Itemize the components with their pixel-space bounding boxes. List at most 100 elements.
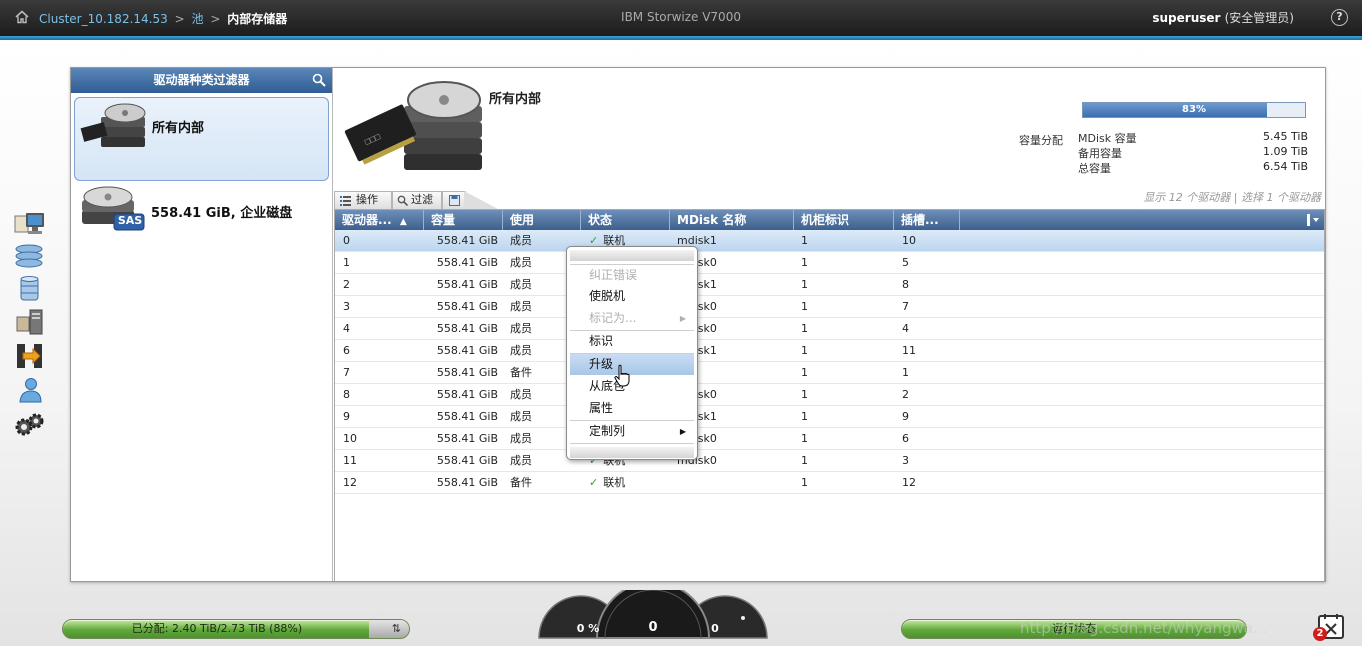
monitoring-icon[interactable] <box>13 210 46 240</box>
column-header-mdisk-name[interactable]: MDisk 名称 <box>670 210 794 230</box>
search-icon[interactable] <box>312 73 326 87</box>
menu-item-fix-error[interactable]: 纠正错误 <box>570 265 694 286</box>
context-menu: 纠正错误 使脱机 标记为... ▶ 标识 升级 从底包 属性 定制列 ▶ <box>566 246 698 460</box>
filter-label: 过滤 <box>411 193 433 206</box>
breadcrumb-pools[interactable]: 池 <box>191 12 203 26</box>
cell-text: 成员 <box>510 344 532 357</box>
drive-stack-icon <box>80 103 146 147</box>
cell-text: 2 <box>343 278 350 291</box>
table-row[interactable]: 4558.41 GiB成员✓联机mdisk014 <box>335 318 1324 340</box>
menu-item-customize-columns[interactable]: 定制列 ▶ <box>570 421 694 442</box>
table-row[interactable]: 11 558.41 GiB 成员 ✓ 联机 mdisk0 1 3 <box>335 450 1324 472</box>
cell-text: 12 <box>343 476 357 489</box>
column-header-enclosure-id[interactable]: 机柜标识 <box>794 210 894 230</box>
context-menu-top-cap <box>570 250 694 261</box>
filter-button[interactable]: 过滤 <box>392 191 442 209</box>
capacity-percent-label: 83% <box>1182 104 1206 115</box>
cell-id: 12 <box>343 472 403 493</box>
settings-icon[interactable] <box>13 410 46 440</box>
capacity-row-label: 总容量 <box>1078 162 1111 175</box>
menu-item-identify[interactable]: 标识 <box>570 331 694 352</box>
cell-text: 1 <box>801 234 808 247</box>
cell-enclosure: 1 <box>801 318 881 339</box>
cell-capacity: 558.41 GiB <box>424 296 498 317</box>
actions-label: 操作 <box>356 193 378 206</box>
top-bar: Cluster_10.182.14.53 > 池 > 内部存储器 IBM Sto… <box>0 0 1362 36</box>
access-icon[interactable] <box>13 375 46 405</box>
filter-item-all-internal[interactable]: 所有内部 <box>74 97 329 181</box>
cell-capacity: 558.41 GiB <box>424 274 498 295</box>
hosts-icon[interactable] <box>13 307 46 337</box>
column-header-capacity[interactable]: 容量 <box>424 210 503 230</box>
cell-capacity: 558.41 GiB <box>424 472 498 493</box>
cell-slot: 10 <box>902 230 952 251</box>
cell-text: 成员 <box>510 234 532 247</box>
home-icon[interactable] <box>14 9 30 25</box>
actions-button[interactable]: 操作 <box>334 191 392 209</box>
cell-text: 1 <box>801 410 808 423</box>
cell-enclosure: 1 <box>801 230 881 251</box>
cell-use: 成员 <box>510 450 570 471</box>
column-picker-icon[interactable] <box>1306 213 1320 227</box>
cell-text: 3 <box>343 300 350 313</box>
menu-item-take-offline[interactable]: 使脱机 <box>570 286 694 307</box>
cell-text: 11 <box>343 454 357 467</box>
copy-services-icon[interactable] <box>13 341 46 371</box>
cell-id: 6 <box>343 340 403 361</box>
cell-text: 558.41 GiB <box>436 476 498 489</box>
cell-status: ✓ 联机 <box>589 472 669 493</box>
cell-use: 成员 <box>510 230 570 251</box>
table-row[interactable]: 7558.41 GiB备件✓联机11 <box>335 362 1324 384</box>
cell-text: 成员 <box>510 432 532 445</box>
cell-enclosure: 1 <box>801 428 881 449</box>
cell-capacity: 558.41 GiB <box>424 230 498 251</box>
cell-text: 成员 <box>510 256 532 269</box>
table-row[interactable]: 10558.41 GiB成员✓联机mdisk016 <box>335 428 1324 450</box>
cell-id: 0 <box>343 230 403 251</box>
cell-text: 1 <box>801 300 808 313</box>
table-row[interactable]: 1558.41 GiB成员✓联机mdisk015 <box>335 252 1324 274</box>
cell-text: 1 <box>801 432 808 445</box>
help-icon[interactable]: ? <box>1331 9 1348 26</box>
user-name: superuser <box>1152 11 1221 25</box>
cell-text: 558.41 GiB <box>436 388 498 401</box>
table-row[interactable]: 6558.41 GiB成员✓联机mdisk1111 <box>335 340 1324 362</box>
table-row[interactable]: 0 558.41 GiB 成员 ✓ 联机 mdisk1 1 10 <box>335 230 1324 252</box>
table-row[interactable]: 2558.41 GiB成员✓联机mdisk118 <box>335 274 1324 296</box>
menu-item-mark-as[interactable]: 标记为... ▶ <box>570 308 694 329</box>
pools-icon[interactable] <box>13 241 46 271</box>
export-button[interactable] <box>442 191 466 209</box>
column-header-status[interactable]: 状态 <box>581 210 670 230</box>
cell-capacity: 558.41 GiB <box>424 252 498 273</box>
capacity-row-label: MDisk 容量 <box>1078 132 1137 145</box>
column-header-use[interactable]: 使用 <box>503 210 581 230</box>
volumes-icon[interactable] <box>13 274 46 304</box>
table-row[interactable]: 12 558.41 GiB 备件 ✓ 联机 1 12 <box>335 472 1324 494</box>
cell-text: 成员 <box>510 278 532 291</box>
cell-text: 成员 <box>510 388 532 401</box>
filter-item-sas-enterprise[interactable]: SAS 558.41 GiB, 企业磁盘 <box>74 182 329 266</box>
allocation-status-bar[interactable]: 已分配: 2.40 TiB/2.73 TiB (88%) ⇅ <box>62 619 410 639</box>
column-header-slot-id[interactable]: 插槽... <box>894 210 960 230</box>
column-header-drive-id[interactable]: 驱动器... ▲ <box>335 210 424 230</box>
cell-text: 1 <box>801 278 808 291</box>
cell-text: 10 <box>343 432 357 445</box>
user-menu[interactable]: superuser (安全管理员) <box>1152 9 1294 26</box>
cell-enclosure: 1 <box>801 450 881 471</box>
hand-cursor-icon <box>614 364 630 387</box>
cell-text: 5 <box>902 256 909 269</box>
performance-gauges[interactable]: 0 % 0 0 <box>537 590 769 646</box>
menu-item-properties[interactable]: 属性 <box>570 398 694 419</box>
table-row[interactable]: 3558.41 GiB成员✓联机mdisk017 <box>335 296 1324 318</box>
drive-filter-header: 驱动器种类过滤器 <box>71 68 332 93</box>
cell-text: 558.41 GiB <box>436 300 498 313</box>
table-row[interactable]: 9558.41 GiB成员✓联机mdisk119 <box>335 406 1324 428</box>
table-row[interactable]: 8558.41 GiB成员✓联机mdisk012 <box>335 384 1324 406</box>
health-status-bar[interactable]: 运行状态 <box>901 619 1247 639</box>
breadcrumb-cluster[interactable]: Cluster_10.182.14.53 <box>39 12 168 26</box>
save-icon <box>449 195 460 206</box>
cell-text: 4 <box>343 322 350 335</box>
drives-table: 驱动器... ▲ 容量 使用 状态 MDisk 名称 机柜标识 插槽... 0 5… <box>334 209 1325 581</box>
cell-capacity: 558.41 GiB <box>424 340 498 361</box>
magnifier-icon <box>397 195 408 206</box>
